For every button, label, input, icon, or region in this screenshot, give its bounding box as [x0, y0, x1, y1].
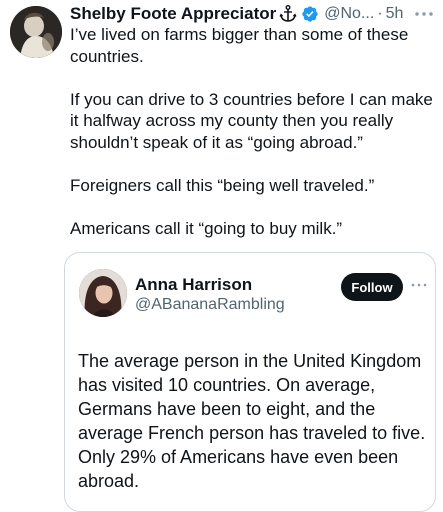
tweet-paragraph: If you can drive to 3 countries before I… [70, 89, 433, 152]
quote-tweet-card[interactable]: Anna Harrison @ABananaRambling Follow Th… [64, 252, 436, 512]
tweet-paragraph: Americans call it “going to buy milk.” [70, 218, 343, 238]
follow-button[interactable]: Follow [341, 273, 403, 301]
more-icon[interactable] [412, 4, 436, 24]
tweet-paragraph: Foreigners call this “being well travele… [70, 175, 375, 195]
verified-badge-icon [301, 5, 319, 23]
tweet-header: Shelby Foote Appreciator @No... · 5h [70, 2, 438, 26]
more-icon[interactable] [409, 277, 429, 293]
anchor-icon [278, 4, 298, 24]
header-separator: · [377, 5, 383, 22]
quote-tweet-text: The average person in the United Kingdom… [78, 351, 426, 491]
tweet-timestamp[interactable]: 5h [386, 5, 404, 23]
quote-author-display-name[interactable]: Anna Harrison [135, 275, 252, 295]
author-avatar-image [10, 6, 62, 58]
quote-author-handle[interactable]: @ABananaRambling [135, 296, 285, 314]
tweet-text: I’ve lived on farms bigger than some of … [70, 24, 438, 261]
quote-author-avatar-image [79, 269, 127, 317]
author-handle[interactable]: @No... [324, 5, 374, 23]
author-avatar[interactable] [10, 6, 62, 58]
author-display-name[interactable]: Shelby Foote Appreciator [70, 4, 276, 24]
tweet-paragraph: I’ve lived on farms bigger than some of … [70, 25, 409, 66]
quote-author-avatar[interactable] [79, 269, 127, 317]
